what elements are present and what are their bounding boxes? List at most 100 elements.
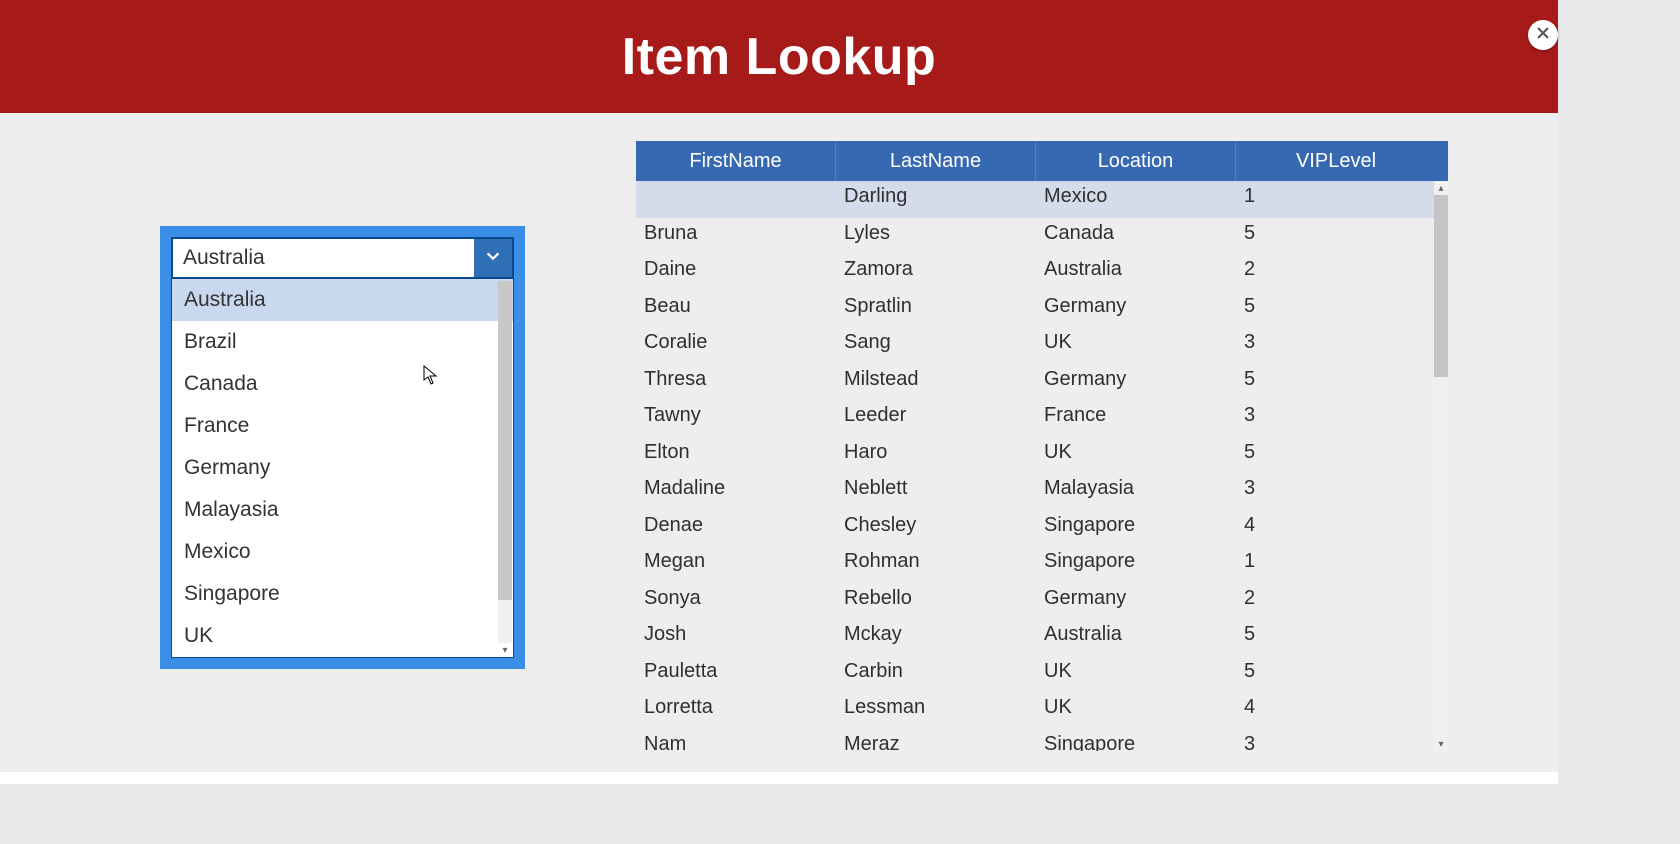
table-cell: Lessman <box>836 692 1036 729</box>
table-cell: 1 <box>1236 546 1436 583</box>
table-cell: Singapore <box>1036 546 1236 583</box>
dropdown-option[interactable]: Germany <box>172 447 513 489</box>
dropdown-option[interactable]: UK <box>172 615 513 657</box>
table-cell: Thresa <box>636 364 836 401</box>
table-cell: Australia <box>1036 619 1236 656</box>
table-cell: Carbin <box>836 656 1036 693</box>
table-cell: Nam <box>636 729 836 752</box>
page-title: Item Lookup <box>622 27 937 87</box>
table-row[interactable]: LorrettaLessmanUK4 <box>636 692 1448 729</box>
table-row[interactable]: CoralieSangUK3 <box>636 327 1448 364</box>
table-cell: 5 <box>1236 364 1436 401</box>
location-dropdown-list: AustraliaBrazilCanadaFranceGermanyMalaya… <box>171 279 514 658</box>
table-row[interactable]: BeauSpratlinGermany5 <box>636 291 1448 328</box>
table-cell: Madaline <box>636 473 836 510</box>
table-cell: Josh <box>636 619 836 656</box>
table-row[interactable]: JoshMckayAustralia5 <box>636 619 1448 656</box>
table-cell: Darling <box>836 181 1036 218</box>
table-cell: 5 <box>1236 656 1436 693</box>
table-cell: 5 <box>1236 291 1436 328</box>
table-cell: 1 <box>1236 181 1436 218</box>
table-cell: Neblett <box>836 473 1036 510</box>
dropdown-option[interactable]: Singapore <box>172 573 513 615</box>
table-cell: UK <box>1036 656 1236 693</box>
table-row[interactable]: MeganRohmanSingapore1 <box>636 546 1448 583</box>
table-cell: 4 <box>1236 692 1436 729</box>
table-cell: France <box>1036 400 1236 437</box>
table-row[interactable]: PaulettaCarbinUK5 <box>636 656 1448 693</box>
table-cell: Singapore <box>1036 729 1236 752</box>
table-cell: Germany <box>1036 364 1236 401</box>
dropdown-option[interactable]: Brazil <box>172 321 513 363</box>
table-cell: Australia <box>1036 254 1236 291</box>
scroll-up-icon[interactable]: ▴ <box>1434 181 1448 195</box>
table-cell: Tawny <box>636 400 836 437</box>
table-row[interactable]: NamMerazSingapore3 <box>636 729 1448 752</box>
table-cell: 3 <box>1236 473 1436 510</box>
table-cell: 4 <box>1236 510 1436 547</box>
table-cell: 2 <box>1236 583 1436 620</box>
table-cell: 2 <box>1236 254 1436 291</box>
table-cell: Canada <box>1036 218 1236 255</box>
close-icon <box>1536 26 1550 45</box>
dropdown-option[interactable]: Mexico <box>172 531 513 573</box>
table-cell: UK <box>1036 437 1236 474</box>
table-row[interactable]: DenaeChesleySingapore4 <box>636 510 1448 547</box>
column-header[interactable]: Location <box>1036 141 1236 181</box>
table-cell: Rohman <box>836 546 1036 583</box>
table-row[interactable]: DarlingMexico1 <box>636 181 1448 218</box>
table-cell: Bruna <box>636 218 836 255</box>
location-combobox-value[interactable]: Australia <box>173 239 474 277</box>
table-cell: Elton <box>636 437 836 474</box>
table-row[interactable]: TawnyLeederFrance3 <box>636 400 1448 437</box>
table-cell: Zamora <box>836 254 1036 291</box>
column-header[interactable]: FirstName <box>636 141 836 181</box>
column-header[interactable]: VIPLevel <box>1236 141 1436 181</box>
table-cell: 3 <box>1236 400 1436 437</box>
dropdown-scrollbar[interactable] <box>498 281 512 643</box>
table-cell: 5 <box>1236 619 1436 656</box>
report-canvas: Item Lookup Australia AustraliaBrazilCan… <box>0 0 1558 784</box>
table-header-row: FirstNameLastNameLocationVIPLevel <box>636 141 1448 181</box>
table-cell: Denae <box>636 510 836 547</box>
table-cell: Rebello <box>836 583 1036 620</box>
location-combobox-toggle[interactable] <box>474 239 512 277</box>
table-cell: Daine <box>636 254 836 291</box>
dropdown-option[interactable]: Malayasia <box>172 489 513 531</box>
table-cell: Lyles <box>836 218 1036 255</box>
location-slicer: Australia AustraliaBrazilCanadaFranceGer… <box>160 226 525 669</box>
table-cell: Spratlin <box>836 291 1036 328</box>
table-row[interactable]: MadalineNeblettMalayasia3 <box>636 473 1448 510</box>
dropdown-option[interactable]: France <box>172 405 513 447</box>
table-row[interactable]: DaineZamoraAustralia2 <box>636 254 1448 291</box>
dropdown-scrollbar-thumb[interactable] <box>498 281 512 600</box>
table-scrollbar[interactable]: ▴ ▾ <box>1434 181 1448 751</box>
table-cell: Mckay <box>836 619 1036 656</box>
table-cell: Malayasia <box>1036 473 1236 510</box>
table-cell: 3 <box>1236 327 1436 364</box>
table-body: DarlingMexico1BrunaLylesCanada5DaineZamo… <box>636 181 1448 751</box>
table-cell: Germany <box>1036 583 1236 620</box>
table-row[interactable]: EltonHaroUK5 <box>636 437 1448 474</box>
column-header[interactable]: LastName <box>836 141 1036 181</box>
table-cell: Chesley <box>836 510 1036 547</box>
dropdown-option[interactable]: Canada <box>172 363 513 405</box>
results-table: FirstNameLastNameLocationVIPLevel Darlin… <box>636 141 1448 755</box>
table-cell: Beau <box>636 291 836 328</box>
dropdown-option[interactable]: Australia <box>172 279 513 321</box>
scroll-down-icon[interactable]: ▾ <box>1434 737 1448 751</box>
dropdown-scroll-down-icon[interactable]: ▾ <box>498 643 512 657</box>
header-banner: Item Lookup <box>0 0 1558 113</box>
table-cell: 5 <box>1236 218 1436 255</box>
table-cell: Leeder <box>836 400 1036 437</box>
table-scrollbar-thumb[interactable] <box>1434 195 1448 377</box>
table-cell: 3 <box>1236 729 1436 752</box>
table-cell: Mexico <box>1036 181 1236 218</box>
table-row[interactable]: ThresaMilsteadGermany5 <box>636 364 1448 401</box>
table-cell: UK <box>1036 692 1236 729</box>
table-row[interactable]: BrunaLylesCanada5 <box>636 218 1448 255</box>
close-button[interactable] <box>1528 20 1558 50</box>
table-cell: Pauletta <box>636 656 836 693</box>
table-row[interactable]: SonyaRebelloGermany2 <box>636 583 1448 620</box>
location-combobox[interactable]: Australia <box>171 237 514 279</box>
